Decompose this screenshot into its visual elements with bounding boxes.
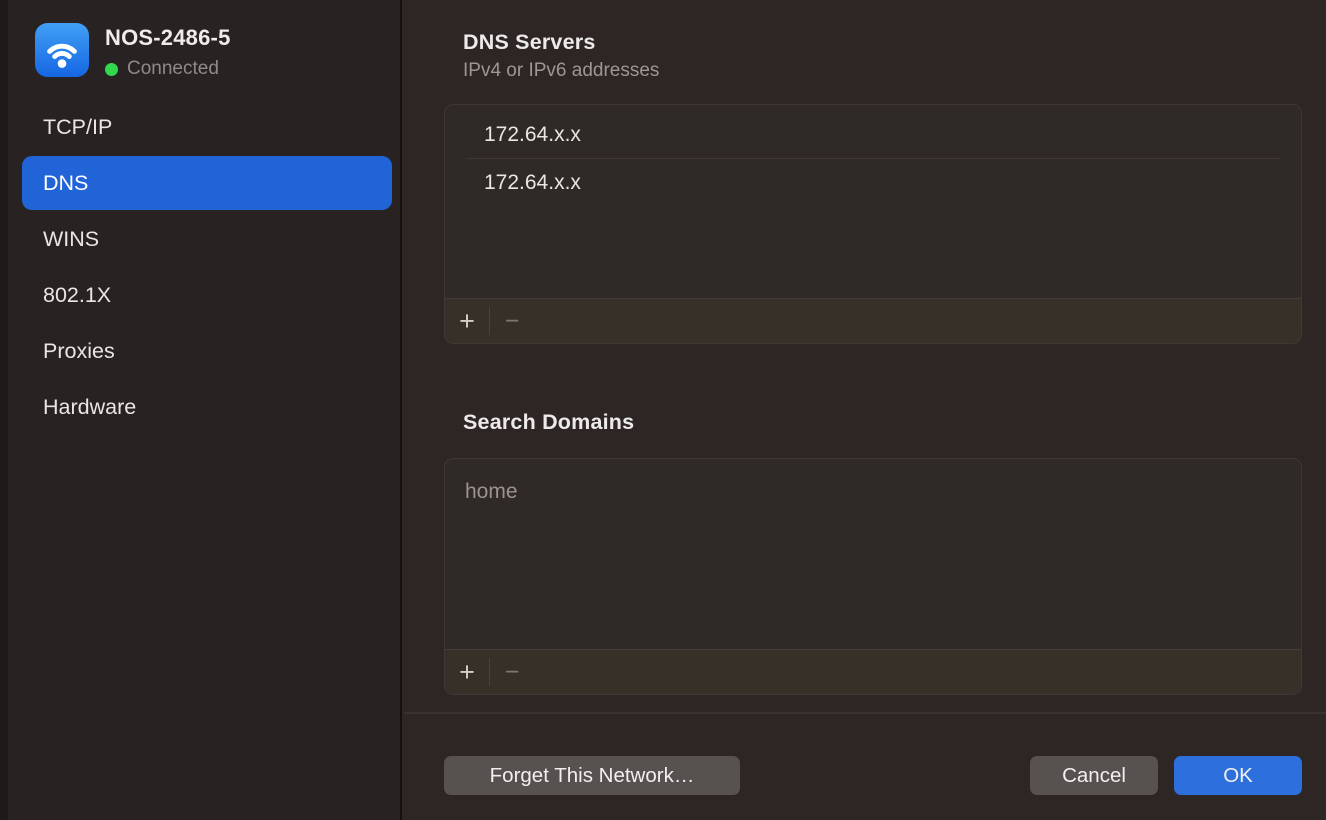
connected-dot-icon (105, 63, 118, 76)
search-domain-value: home (465, 480, 518, 504)
search-domains-list: home + − (444, 458, 1302, 695)
search-domain-row[interactable]: home (445, 467, 1301, 517)
dns-settings-panel: DNS Servers IPv4 or IPv6 addresses 172.6… (404, 0, 1326, 820)
minus-icon: − (505, 660, 520, 685)
sidebar-item-label: WINS (43, 227, 99, 252)
dns-servers-list-toolbar: + − (445, 298, 1301, 343)
row-divider (467, 158, 1281, 159)
sidebar-item-proxies[interactable]: Proxies (22, 324, 392, 378)
network-name: NOS-2486-5 (105, 25, 231, 51)
sidebar-item-label: TCP/IP (43, 115, 112, 140)
forget-network-button[interactable]: Forget This Network… (444, 756, 740, 795)
remove-dns-server-button[interactable]: − (490, 299, 534, 343)
sidebar-item-label: 802.1X (43, 283, 111, 308)
remove-search-domain-button[interactable]: − (490, 650, 534, 694)
sidebar: NOS-2486-5 Connected TCP/IP DNS WINS 802… (8, 0, 402, 820)
network-header: NOS-2486-5 Connected (35, 23, 231, 80)
minus-icon: − (505, 309, 520, 334)
network-status: Connected (105, 58, 231, 80)
sidebar-item-dns[interactable]: DNS (22, 156, 392, 210)
dns-server-row[interactable]: 172.64.x.x (445, 111, 1301, 159)
window-edge (0, 0, 8, 820)
dns-servers-subtitle: IPv4 or IPv6 addresses (463, 60, 659, 82)
plus-icon: + (459, 659, 475, 686)
search-domains-rows: home (445, 459, 1301, 517)
dns-servers-list: 172.64.x.x 172.64.x.x + − (444, 104, 1302, 344)
dns-server-value: 172.64.x.x (484, 123, 581, 147)
connection-status-label: Connected (127, 58, 219, 80)
search-domains-title: Search Domains (463, 410, 634, 435)
sidebar-item-8021x[interactable]: 802.1X (22, 268, 392, 322)
sidebar-item-wins[interactable]: WINS (22, 212, 392, 266)
plus-icon: + (459, 308, 475, 335)
search-domains-list-toolbar: + − (445, 649, 1301, 694)
network-meta: NOS-2486-5 Connected (105, 23, 231, 80)
ok-button[interactable]: OK (1174, 756, 1302, 795)
sidebar-item-hardware[interactable]: Hardware (22, 380, 392, 434)
dns-server-value: 172.64.x.x (484, 171, 581, 195)
wifi-icon (35, 23, 89, 77)
cancel-button[interactable]: Cancel (1030, 756, 1158, 795)
dns-server-row[interactable]: 172.64.x.x (445, 159, 1301, 207)
add-dns-server-button[interactable]: + (445, 299, 489, 343)
sidebar-item-label: Proxies (43, 339, 115, 364)
sidebar-item-label: DNS (43, 171, 88, 196)
dns-servers-rows: 172.64.x.x 172.64.x.x (445, 105, 1301, 207)
wifi-network-details-dialog: NOS-2486-5 Connected TCP/IP DNS WINS 802… (0, 0, 1326, 820)
sidebar-item-tcpip[interactable]: TCP/IP (22, 100, 392, 154)
footer-divider (404, 712, 1326, 714)
dns-servers-title: DNS Servers (463, 30, 595, 55)
sidebar-nav: TCP/IP DNS WINS 802.1X Proxies Hardware (22, 100, 392, 436)
add-search-domain-button[interactable]: + (445, 650, 489, 694)
sidebar-item-label: Hardware (43, 395, 136, 420)
